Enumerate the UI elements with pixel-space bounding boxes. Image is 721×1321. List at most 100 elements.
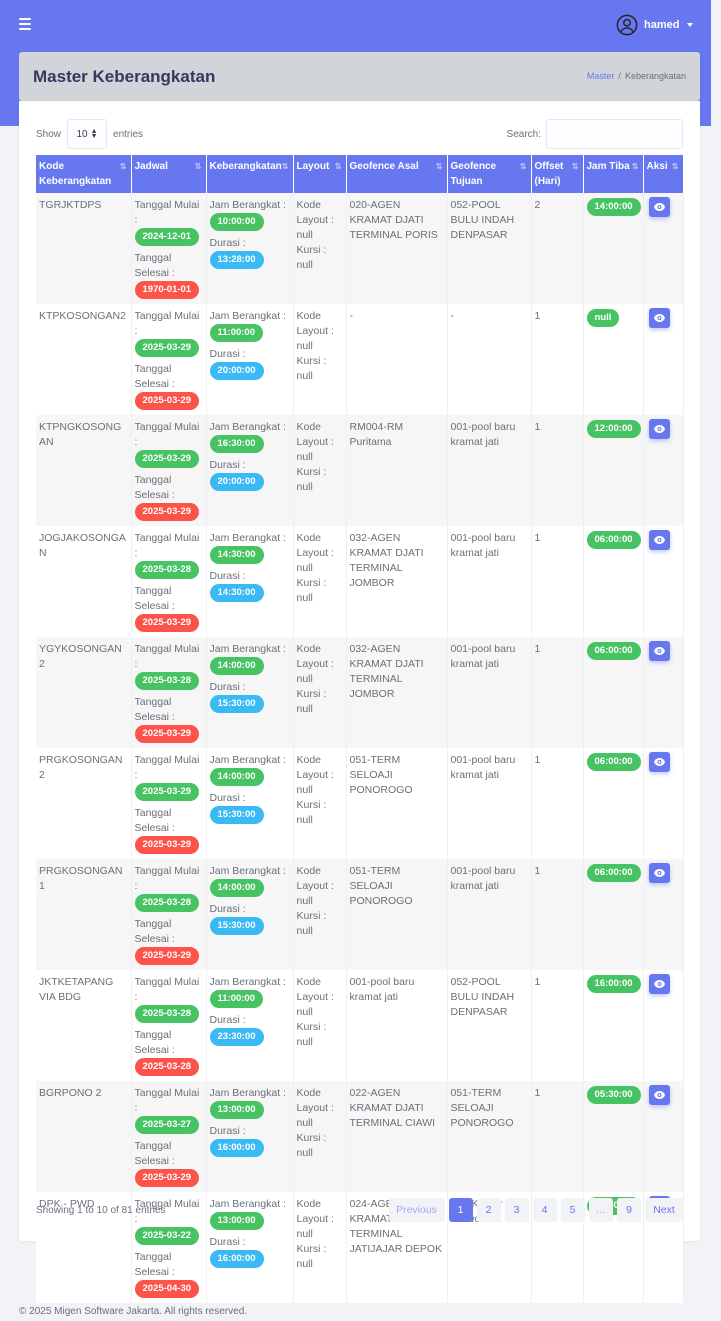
geofence-tujuan-value: 001-pool baru kramat jati <box>450 754 516 781</box>
cell-offset: 1 <box>531 304 584 415</box>
col-jam-tiba[interactable]: Jam Tiba ⇅ <box>583 155 644 193</box>
pagination-next[interactable]: Next <box>645 1198 683 1222</box>
jam-berangkat-badge: 14:00:00 <box>209 657 264 675</box>
kode-value: PRGKOSONGAN2 <box>39 754 123 781</box>
cell-keberangkatan: Jam Berangkat : 14:00:00 Durasi : 15:30:00 <box>206 748 294 859</box>
durasi-label: Durasi : <box>209 792 246 804</box>
cell-geofence-tujuan: 051-TERM SELOAJI PONOROGO <box>447 1081 532 1192</box>
durasi-label: Durasi : <box>209 1236 246 1248</box>
col-kode[interactable]: Kode Keberangkatan ⇅ <box>36 155 132 193</box>
col-layout-label: Layout <box>296 161 330 172</box>
geofence-asal-value: 032-AGEN KRAMAT DJATI TERMINAL JOMBOR <box>349 532 424 589</box>
durasi-badge: 15:30:00 <box>209 695 264 713</box>
pagination-previous[interactable]: Previous <box>388 1198 445 1222</box>
cell-keberangkatan: Jam Berangkat : 13:00:00 Durasi : 16:00:00 <box>206 1192 294 1303</box>
jam-berangkat-badge: 16:30:00 <box>209 435 264 453</box>
cell-geofence-tujuan: 001-pool baru kramat jati <box>447 526 532 637</box>
keberangkatan-table: Kode Keberangkatan ⇅ Jadwal ⇅ Keberangkata… <box>36 155 684 1303</box>
tanggal-mulai-badge: 2025-03-28 <box>134 672 200 690</box>
col-keberangkatan[interactable]: Keberangkatan ⇅ <box>206 155 294 193</box>
geofence-asal-value: RM004-RM Puritama <box>349 421 404 448</box>
cell-layout: Kode Layout : null Kursi : null <box>293 1081 347 1192</box>
view-button[interactable] <box>648 197 670 217</box>
section-header: Master Keberangkatan Master / Keberangka… <box>19 52 700 101</box>
table-body: TGRJKTDPS Tanggal Mulai :2024-12-01 Tangga… <box>36 193 684 1303</box>
col-layout[interactable]: Layout ⇅ <box>293 155 347 193</box>
view-button[interactable] <box>648 752 670 772</box>
cell-geofence-asal: 051-TERM SELOAJI PONOROGO <box>346 859 448 970</box>
pagination-page-5[interactable]: 5 <box>560 1198 585 1222</box>
sort-icon: ⇅ <box>671 162 679 171</box>
show-label: Show <box>36 128 62 140</box>
sort-icon: ⇅ <box>631 162 639 171</box>
cell-jadwal: Tanggal Mulai : 2025-03-28 Tanggal Selesai… <box>131 859 207 970</box>
cell-jadwal: Tanggal Mulai : 2025-03-28 Tanggal Selesai… <box>131 970 207 1081</box>
geofence-asal-value: 051-TERM SELOAJI PONOROGO <box>349 865 413 907</box>
jam-berangkat-label: Jam Berangkat : <box>209 310 286 322</box>
geofence-asal-value: 022-AGEN KRAMAT DJATI TERMINAL CIAWI <box>349 1087 436 1129</box>
col-offset[interactable]: Offset (Hari) ⇅ <box>531 155 584 193</box>
layout-value: Kode Layout : null <box>296 1198 334 1240</box>
sort-icon: ⇅ <box>571 162 579 171</box>
table-row: KTPKOSONGAN2 Tanggal Mulai :2025-03-29 Tan… <box>36 304 684 415</box>
cell-kode: JKTKETAPANG VIA BDG <box>36 970 132 1081</box>
tanggal-mulai-badge: 2025-03-28 <box>134 894 200 912</box>
cell-kode: TGRJKTDPS <box>36 193 132 304</box>
col-jadwal[interactable]: Jadwal ⇅ <box>131 155 207 193</box>
col-geofence-asal[interactable]: Geofence Asal ⇅ <box>346 155 448 193</box>
cell-geofence-asal: 001-pool baru kramat jati <box>346 970 448 1081</box>
pagination-page-4[interactable]: 4 <box>532 1198 557 1222</box>
sort-icon: ⇅ <box>435 162 443 171</box>
entries-select[interactable]: 10 ▲ ▼ <box>67 119 108 149</box>
hamburger-icon[interactable] <box>19 18 31 30</box>
breadcrumb: Master / Keberangkatan <box>587 71 686 81</box>
offset-value: 1 <box>534 532 541 544</box>
cell-jam-tiba: 06:00:00 <box>583 637 644 748</box>
cell-jadwal: Tanggal Mulai : 2024-12-01 Tanggal Selesai… <box>131 193 207 304</box>
col-geofence-tujuan[interactable]: Geofence Tujuan ⇅ <box>447 155 532 193</box>
tanggal-selesai-badge: 2025-03-29 <box>134 947 200 965</box>
view-button[interactable] <box>648 530 670 550</box>
kode-value: KTPKOSONGAN2 <box>39 310 126 322</box>
cell-kode: PRGKOSONGAN1 <box>36 859 132 970</box>
breadcrumb-master[interactable]: Master <box>587 71 615 81</box>
view-button[interactable] <box>648 419 670 439</box>
view-button[interactable] <box>648 863 670 883</box>
cell-keberangkatan: Jam Berangkat : 11:00:00 Durasi : 23:30:00 <box>206 970 294 1081</box>
cell-offset: 1 <box>531 1081 584 1192</box>
cell-jadwal: Tanggal Mulai : 2025-03-29 Tanggal Selesai… <box>131 304 207 415</box>
pagination-page-3[interactable]: 3 <box>504 1198 529 1222</box>
cell-keberangkatan: Jam Berangkat : 14:00:00 Durasi : 15:30:00 <box>206 637 294 748</box>
entries-label: entries <box>113 128 144 140</box>
search-input[interactable] <box>546 119 683 149</box>
cell-geofence-tujuan: - <box>447 304 532 415</box>
geofence-tujuan-value: 001-pool baru kramat jati <box>450 643 516 670</box>
cell-jadwal: Tanggal Mulai : 2025-03-29 Tanggal Selesai… <box>131 748 207 859</box>
cell-kode: BGRPONO 2 <box>36 1081 132 1192</box>
layout-value: Kode Layout : null <box>296 199 334 241</box>
jam-berangkat-badge: 13:00:00 <box>209 1212 264 1230</box>
sort-icon: ⇅ <box>194 162 202 171</box>
kursi-value: Kursi : null <box>296 466 327 493</box>
geofence-tujuan-value: 001-pool baru kramat jati <box>450 532 516 559</box>
durasi-badge: 15:30:00 <box>209 917 264 935</box>
kode-value: TGRJKTDPS <box>39 199 102 211</box>
user-menu[interactable]: hamed <box>616 14 694 36</box>
pagination-page-9[interactable]: 9 <box>617 1198 641 1222</box>
jam-tiba-badge: 16:00:00 <box>586 975 641 993</box>
view-button[interactable] <box>648 974 670 994</box>
cell-offset: 1 <box>531 637 584 748</box>
jam-tiba-badge: 14:00:00 <box>586 198 641 216</box>
view-button[interactable] <box>648 641 670 661</box>
pagination-page-1[interactable]: 1 <box>448 1198 473 1222</box>
durasi-label: Durasi : <box>209 1014 246 1026</box>
pagination-page-2[interactable]: 2 <box>476 1198 501 1222</box>
col-aksi[interactable]: Aksi ⇅ <box>643 155 684 193</box>
jam-berangkat-label: Jam Berangkat : <box>209 1087 286 1099</box>
view-button[interactable] <box>648 308 670 328</box>
view-button[interactable] <box>648 1085 670 1105</box>
cell-layout: Kode Layout : null Kursi : null <box>293 637 347 748</box>
cell-layout: Kode Layout : null Kursi : null <box>293 748 347 859</box>
durasi-label: Durasi : <box>209 237 246 249</box>
durasi-badge: 13:28:00 <box>209 251 264 269</box>
